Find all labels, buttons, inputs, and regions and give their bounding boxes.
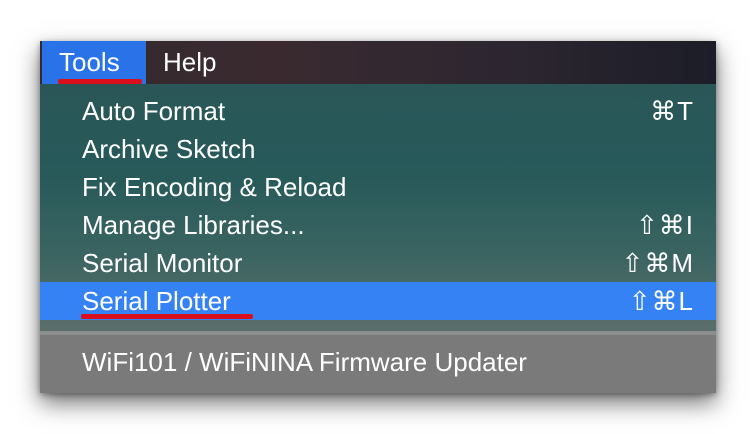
menu-item-auto-format[interactable]: Auto Format ⌘T	[40, 92, 716, 130]
menu-item-manage-libraries[interactable]: Manage Libraries... ⇧⌘I	[40, 206, 716, 244]
menubar-help[interactable]: Help	[146, 41, 246, 84]
menu-item-serial-monitor[interactable]: Serial Monitor ⇧⌘M	[40, 244, 716, 282]
menu-item-archive-sketch[interactable]: Archive Sketch	[40, 130, 716, 168]
menubar-tools-label: Tools	[59, 47, 120, 77]
menubar-help-label: Help	[163, 47, 217, 77]
menu-item-shortcut: ⌘T	[650, 96, 694, 126]
menu-item-firmware-updater[interactable]: WiFi101 / WiFiNINA Firmware Updater	[40, 343, 716, 381]
serial-plotter-annotation-underline	[81, 314, 253, 319]
menu-item-fix-encoding-reload[interactable]: Fix Encoding & Reload	[40, 168, 716, 206]
tools-dropdown: Auto Format ⌘T Archive Sketch Fix Encodi…	[40, 84, 716, 393]
menu-item-label: Fix Encoding & Reload	[82, 172, 347, 202]
menu-item-shortcut: ⇧⌘M	[621, 248, 694, 278]
tools-menu-window: Tools Help Auto Format ⌘T Archive Sketch…	[40, 41, 716, 393]
menu-item-label: Auto Format	[82, 96, 226, 126]
menu-item-shortcut: ⇧⌘I	[635, 210, 694, 240]
menu-item-shortcut: ⇧⌘L	[628, 286, 694, 316]
menu-item-label: Serial Monitor	[82, 248, 243, 278]
menubar: Tools Help	[40, 41, 716, 84]
menu-item-label: Manage Libraries...	[82, 210, 305, 240]
menu-item-label: WiFi101 / WiFiNINA Firmware Updater	[82, 347, 527, 377]
menu-lower-section: WiFi101 / WiFiNINA Firmware Updater	[40, 335, 716, 393]
menubar-tools[interactable]: Tools	[42, 41, 146, 84]
menu-item-label: Archive Sketch	[82, 134, 256, 164]
